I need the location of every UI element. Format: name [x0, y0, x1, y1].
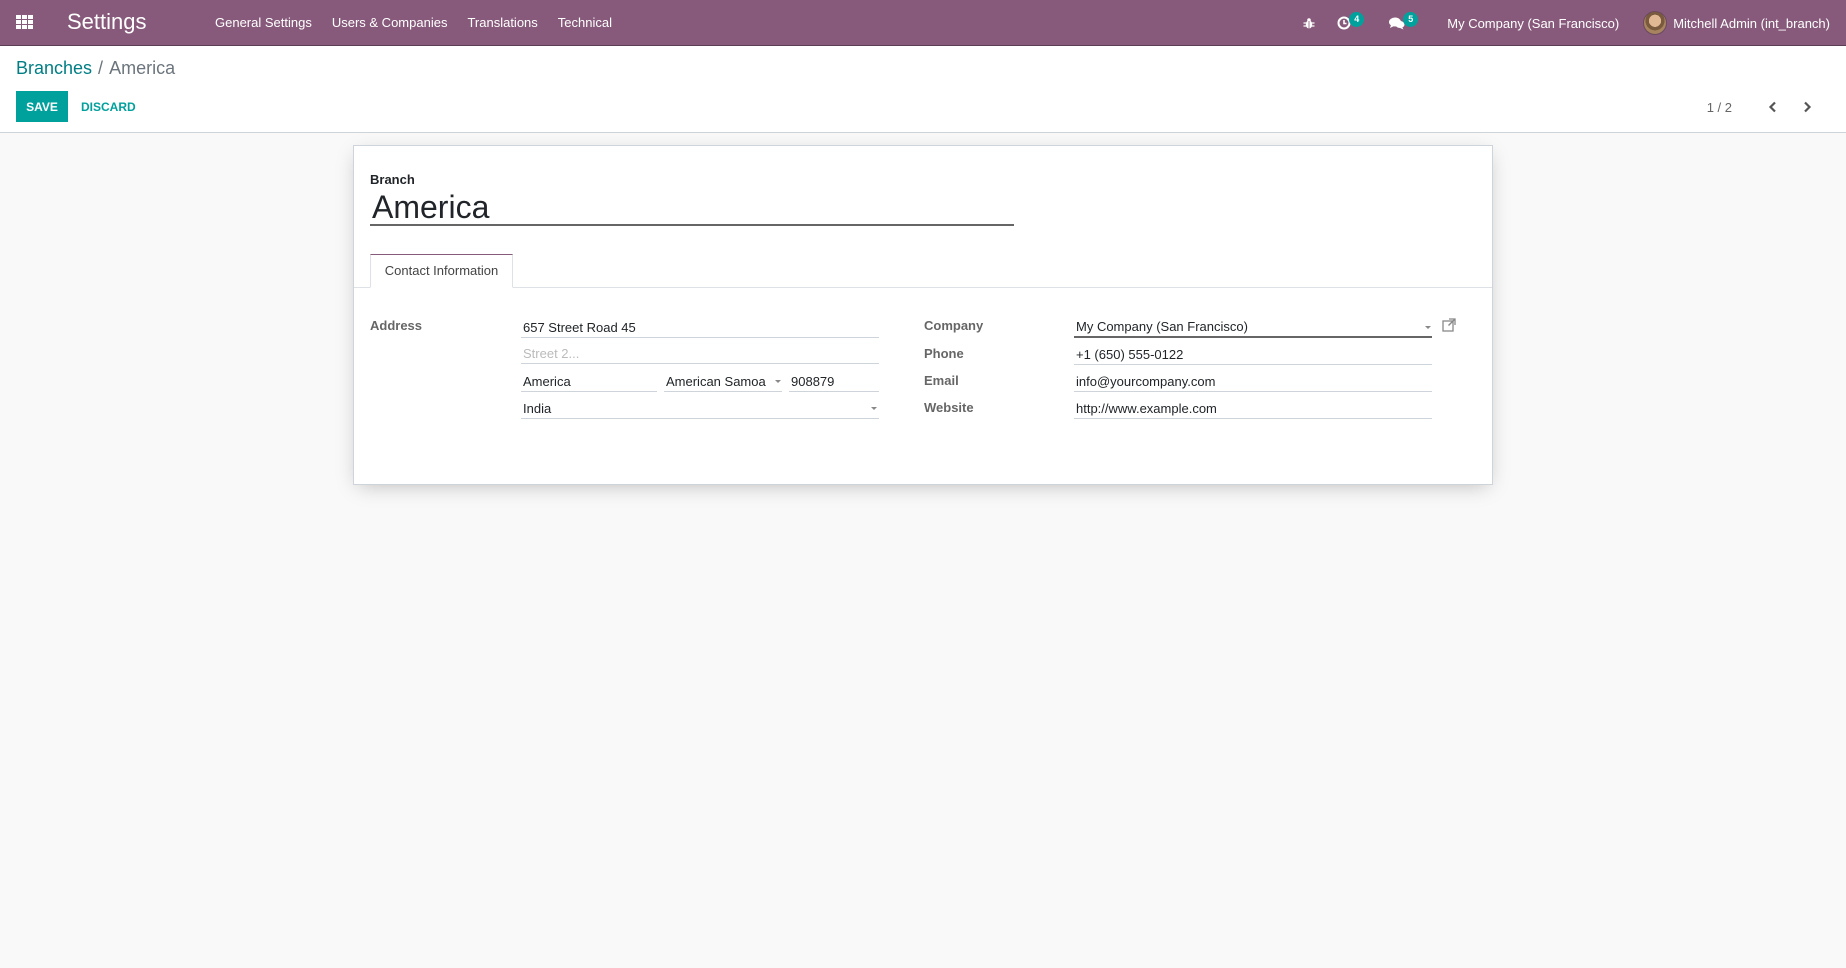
branch-name-input[interactable]	[370, 190, 1014, 226]
company-select[interactable]	[1074, 314, 1432, 338]
email-label: Email	[924, 373, 959, 388]
company-switcher[interactable]: My Company (San Francisco)	[1433, 0, 1633, 46]
branch-label: Branch	[370, 172, 415, 187]
save-button[interactable]: Save	[16, 91, 68, 122]
chevron-left-icon	[1768, 101, 1776, 113]
company-dropdown-caret-icon[interactable]	[1425, 326, 1431, 329]
street2-input[interactable]	[521, 340, 879, 364]
user-menu[interactable]: Mitchell Admin (int_branch)	[1633, 0, 1846, 46]
notebook-tabs: Contact Information	[354, 254, 1492, 288]
breadcrumb-separator: /	[98, 58, 104, 78]
website-input[interactable]	[1074, 395, 1432, 419]
bug-icon	[1303, 17, 1315, 29]
breadcrumb-branches[interactable]: Branches	[16, 58, 92, 78]
external-link-icon[interactable]	[1442, 318, 1456, 332]
street-input[interactable]	[521, 314, 879, 338]
company-label: Company	[924, 318, 984, 333]
activity-menu[interactable]: 4	[1327, 0, 1379, 46]
menu-translations[interactable]: Translations	[457, 0, 547, 46]
country-select[interactable]	[521, 395, 879, 419]
systray: 4 5 My Company (San Francisco) Mitchell …	[1291, 0, 1846, 46]
state-dropdown-caret-icon[interactable]	[775, 380, 781, 383]
app-title[interactable]: Settings	[67, 9, 147, 35]
apps-grid-icon[interactable]	[16, 15, 33, 30]
main-navbar: Settings General Settings Users & Compan…	[0, 0, 1846, 46]
city-input[interactable]	[521, 368, 657, 392]
website-label: Website	[924, 400, 974, 415]
control-panel: Branches / America Save Discard 1 / 2	[0, 46, 1846, 133]
pager-value[interactable]: 1 / 2	[1707, 100, 1732, 115]
zip-input[interactable]	[789, 368, 879, 392]
menu-general-settings[interactable]: General Settings	[205, 0, 322, 46]
debug-menu[interactable]	[1291, 0, 1327, 46]
top-menu: General Settings Users & Companies Trans…	[205, 0, 622, 46]
discard-button[interactable]: Discard	[76, 91, 141, 122]
address-label: Address	[370, 318, 423, 333]
country-dropdown-caret-icon[interactable]	[871, 407, 877, 410]
tab-contact-information[interactable]: Contact Information	[370, 254, 513, 288]
pager-next-button[interactable]	[1798, 98, 1816, 116]
user-name: Mitchell Admin (int_branch)	[1673, 15, 1830, 31]
activity-count-badge: 4	[1349, 12, 1365, 27]
breadcrumb-current: America	[109, 58, 176, 78]
breadcrumb: Branches / America	[16, 58, 175, 79]
form-sheet: Branch Contact Information Address Compa…	[353, 145, 1493, 485]
menu-technical[interactable]: Technical	[548, 0, 622, 46]
phone-label: Phone	[924, 346, 964, 361]
chevron-right-icon	[1804, 101, 1812, 113]
messages-count-badge: 5	[1403, 12, 1419, 27]
email-input[interactable]	[1074, 368, 1432, 392]
user-avatar	[1643, 11, 1668, 35]
phone-input[interactable]	[1074, 341, 1432, 365]
state-select[interactable]	[664, 368, 782, 392]
pager-previous-button[interactable]	[1764, 98, 1782, 116]
messages-menu[interactable]: 5	[1379, 0, 1433, 46]
pager: 1 / 2	[1707, 98, 1816, 116]
menu-users-companies[interactable]: Users & Companies	[322, 0, 458, 46]
